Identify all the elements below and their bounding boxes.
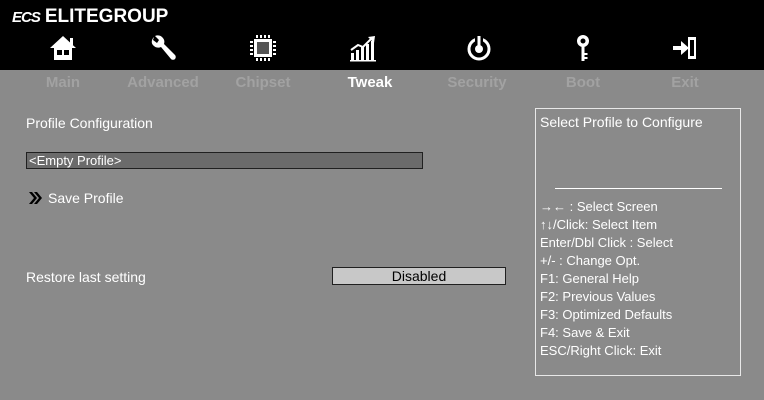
power-icon[interactable] — [459, 30, 499, 66]
tab-boot[interactable]: Boot — [528, 74, 638, 91]
ecs-logo: ECS — [12, 8, 41, 26]
restore-setting-value[interactable]: Disabled — [332, 267, 506, 285]
help-item: ESC/Right Click: Exit — [540, 343, 662, 358]
profile-field[interactable]: <Empty Profile> — [26, 152, 423, 169]
help-item: Enter/Dbl Click : Select — [540, 235, 673, 250]
help-item: +/- : Change Opt. — [540, 253, 641, 268]
help-item: →← : Select Screen — [540, 199, 658, 214]
tab-security[interactable]: Security — [422, 74, 532, 91]
help-key-list: →← : Select Screen ↑↓/Click: Select Item… — [540, 198, 673, 360]
bios-window: ECS ELITEGROUP Main Advanced Chipset Twe… — [0, 0, 764, 400]
wrench-icon[interactable] — [143, 30, 183, 66]
save-profile-label: Save Profile — [48, 190, 124, 206]
brand-name: ELITEGROUP — [44, 6, 169, 27]
chip-icon[interactable] — [243, 30, 283, 66]
help-panel: Select Profile to Configure →← : Select … — [535, 108, 741, 376]
home-icon[interactable] — [43, 30, 83, 66]
nav-icon-row — [0, 30, 764, 70]
tab-exit[interactable]: Exit — [630, 74, 740, 91]
help-item: ↑↓/Click: Select Item — [540, 217, 658, 232]
tab-main[interactable]: Main — [8, 74, 118, 91]
help-item: F2: Previous Values — [540, 289, 656, 304]
help-item: F1: General Help — [540, 271, 639, 286]
header-bar: ECS ELITEGROUP — [0, 0, 764, 70]
tab-chipset[interactable]: Chipset — [208, 74, 318, 91]
help-title: Select Profile to Configure — [540, 114, 703, 130]
brand: ECS ELITEGROUP — [12, 5, 168, 29]
section-title: Profile Configuration — [26, 115, 153, 131]
key-icon[interactable] — [563, 30, 603, 66]
tab-advanced[interactable]: Advanced — [108, 74, 218, 91]
help-item: F3: Optimized Defaults — [540, 307, 673, 322]
help-divider — [555, 188, 722, 189]
restore-setting-label: Restore last setting — [26, 269, 146, 285]
chart-icon[interactable] — [343, 30, 383, 66]
main-panel: Profile Configuration <Empty Profile> Sa… — [4, 98, 534, 396]
double-chevron-right-icon — [29, 192, 42, 204]
exit-icon[interactable] — [665, 30, 705, 66]
tab-tweak[interactable]: Tweak — [315, 74, 425, 91]
tab-bar: Main Advanced Chipset Tweak Security Boo… — [0, 70, 764, 98]
help-item: F4: Save & Exit — [540, 325, 630, 340]
save-profile-item[interactable]: Save Profile — [28, 190, 123, 206]
